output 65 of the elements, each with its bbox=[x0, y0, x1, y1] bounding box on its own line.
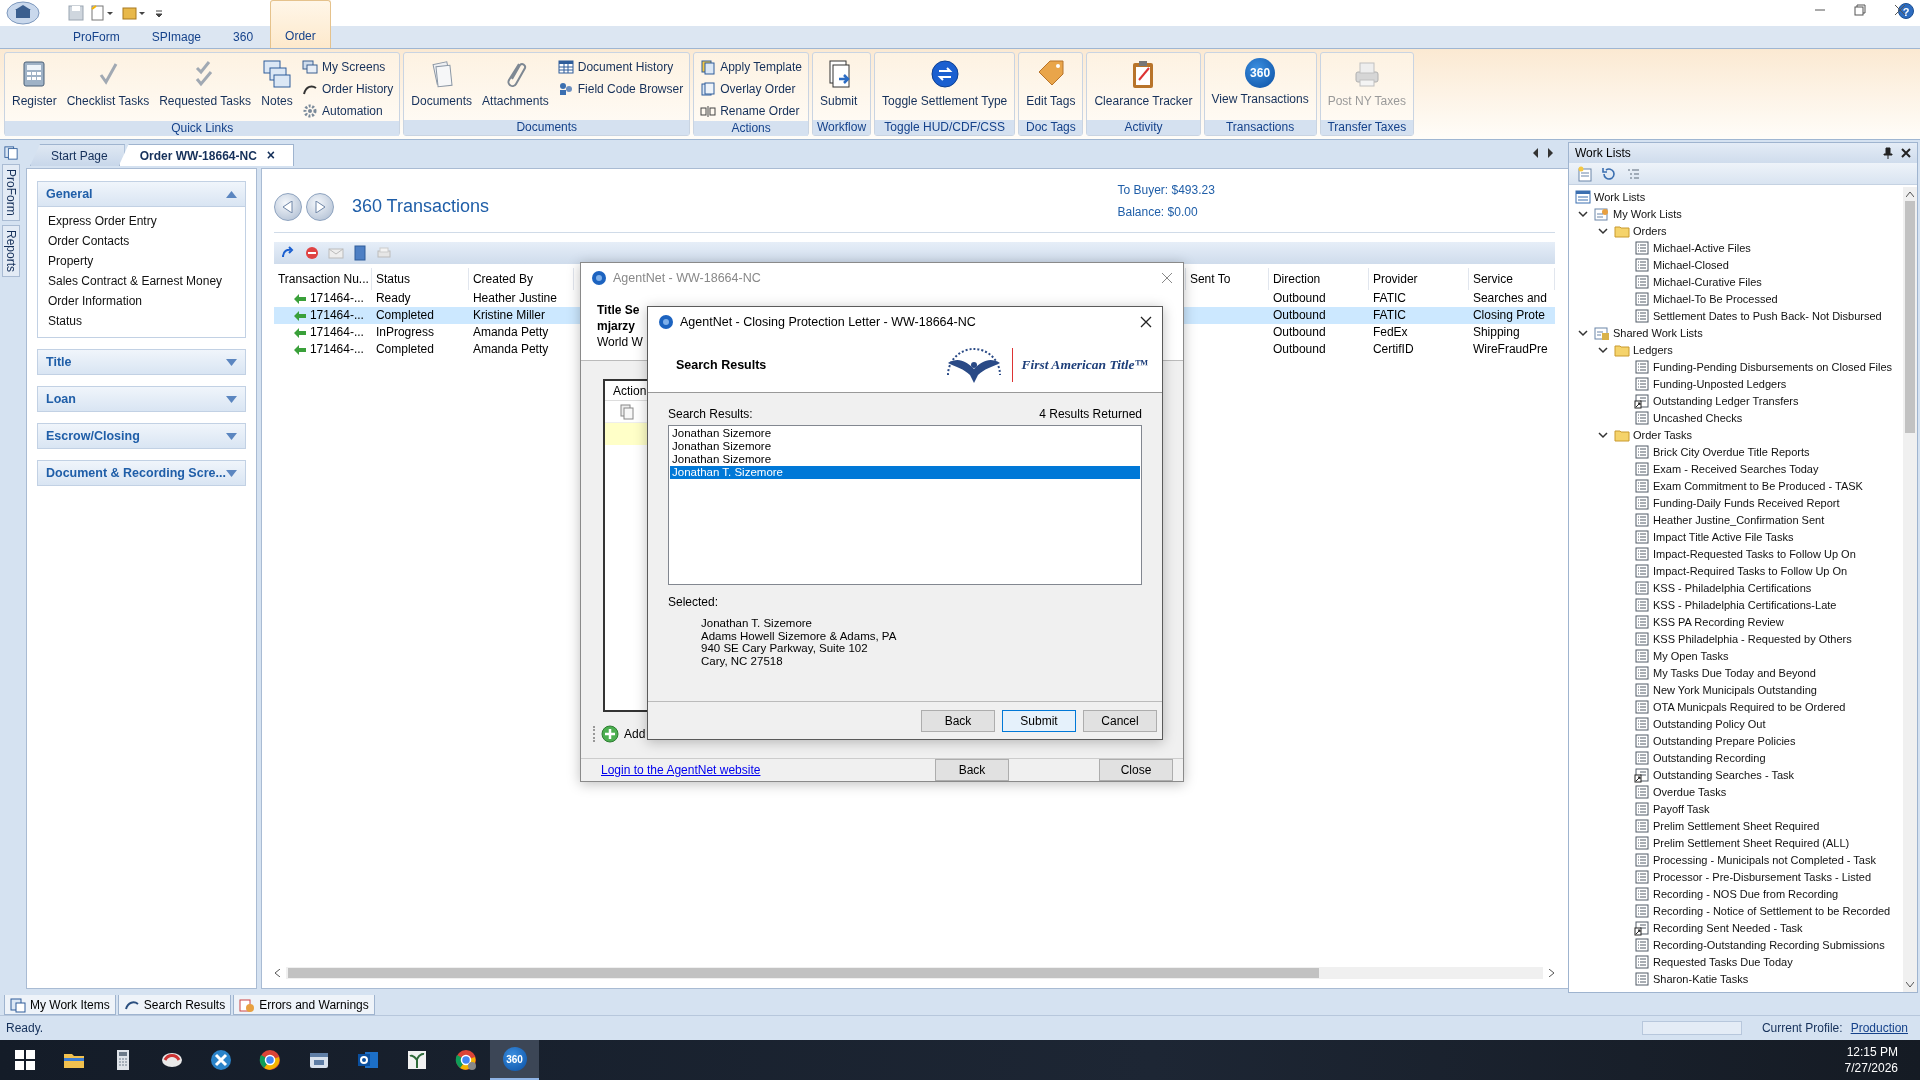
panel-title: Work Lists bbox=[1575, 146, 1632, 160]
group-label: Activity bbox=[1087, 120, 1200, 135]
results-count: 4 Results Returned bbox=[1039, 407, 1142, 423]
table-cell: Closing Prote bbox=[1472, 307, 1545, 324]
field-label: Search Results: bbox=[668, 407, 753, 423]
clock-date: 7/27/2026 bbox=[1844, 1060, 1898, 1076]
group-label: Transfer Taxes bbox=[1320, 120, 1413, 135]
table-cell: FedEx bbox=[1372, 324, 1408, 341]
table-cell: FATIC bbox=[1372, 307, 1407, 324]
table-cell: Outbound bbox=[1272, 307, 1326, 324]
table-cell: Heather Justine bbox=[472, 290, 557, 307]
header-text: Title Se bbox=[597, 302, 640, 317]
group-label: Actions bbox=[694, 121, 808, 136]
table-cell: Searches and bbox=[1472, 290, 1547, 307]
logo-text: First American Title™ bbox=[1021, 356, 1148, 373]
header-text: World W bbox=[597, 334, 643, 349]
group-label: Toggle HUD/CDF/CSS bbox=[875, 120, 1015, 135]
dialog-title: AgentNet - WW-18664-NC bbox=[613, 270, 762, 285]
dialog-title: AgentNet - Closing Protection Letter - WW-18664-NC bbox=[680, 315, 977, 329]
badge-icon: 360 bbox=[1245, 58, 1276, 88]
table-cell: Completed bbox=[375, 307, 434, 324]
table-cell: Ready bbox=[375, 290, 411, 307]
table-cell: FATIC bbox=[1372, 290, 1407, 307]
table-cell: 171464-... bbox=[309, 307, 364, 324]
table-cell: Amanda Petty bbox=[472, 341, 549, 358]
profile-label: Current Profile: bbox=[1761, 1021, 1843, 1035]
group-label: Doc Tags bbox=[1019, 120, 1083, 135]
section-title: Document & Recording Scre... bbox=[46, 466, 226, 480]
table-cell: 171464-... bbox=[309, 324, 364, 341]
group-label: Workflow bbox=[812, 120, 871, 135]
table-cell: WireFraudPre bbox=[1472, 341, 1548, 358]
table-cell: Outbound bbox=[1272, 290, 1326, 307]
section-title: Escrow/Closing bbox=[46, 429, 140, 443]
address-line: Jonathan T. Sizemore bbox=[701, 617, 814, 630]
table-cell: 171464-... bbox=[309, 290, 364, 307]
balance-amount: Balance: $0.00 bbox=[1117, 205, 1199, 219]
table-cell: Completed bbox=[375, 341, 434, 358]
section-title: Loan bbox=[46, 392, 76, 406]
tab-label: Order WW-18664-NC bbox=[139, 149, 257, 163]
dialog-heading: Search Results bbox=[676, 357, 768, 372]
table-cell: CertifID bbox=[1372, 341, 1414, 358]
group-label: Quick Links bbox=[5, 121, 400, 136]
header-text: mjarzy bbox=[597, 318, 636, 333]
tab-label: Start Page bbox=[51, 149, 108, 163]
table-cell: Outbound bbox=[1272, 341, 1326, 358]
table-cell: Shipping bbox=[1472, 324, 1520, 341]
address-line: 940 SE Cary Parkway, Suite 102 bbox=[701, 642, 869, 655]
to-buyer-amount: To Buyer: $493.23 bbox=[1117, 183, 1215, 197]
clock-time: 12:15 PM bbox=[1845, 1044, 1898, 1060]
address-line: Cary, NC 27518 bbox=[701, 654, 784, 667]
table-cell: 171464-... bbox=[309, 341, 364, 358]
table-cell: Outbound bbox=[1272, 324, 1326, 341]
badge-icon: 360 bbox=[502, 1047, 527, 1071]
address-line: Adams Howell Sizemore & Adams, PA bbox=[701, 629, 898, 642]
status-text: Ready. bbox=[6, 1021, 44, 1035]
page-title: 360 Transactions bbox=[351, 196, 489, 217]
ribbon-button: Post NY Taxes bbox=[1323, 56, 1410, 110]
field-label: Selected: bbox=[668, 595, 720, 609]
group-label: Transactions bbox=[1204, 120, 1316, 135]
table-cell: Kristine Miller bbox=[472, 307, 545, 324]
section-title: General bbox=[46, 187, 93, 201]
section-title: Title bbox=[46, 355, 72, 369]
group-label: Documents bbox=[404, 120, 690, 135]
table-cell: InProgress bbox=[375, 324, 434, 341]
table-cell: Amanda Petty bbox=[472, 324, 549, 341]
